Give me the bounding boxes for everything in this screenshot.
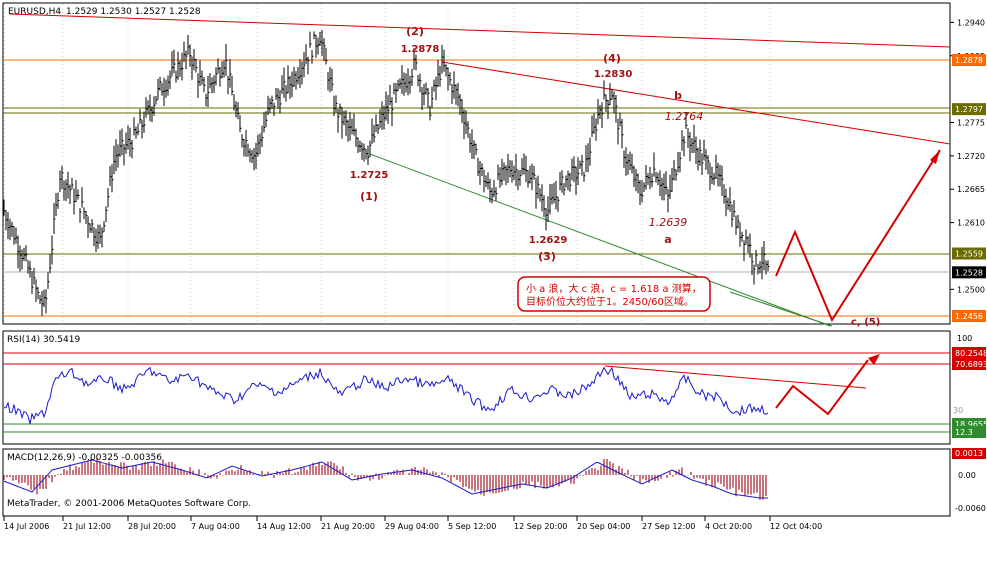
time-tick-label: 28 Jul 20:00 bbox=[128, 522, 176, 531]
price-axis: 1.29401.28851.27751.27201.26651.26101.25… bbox=[950, 18, 986, 322]
time-axis: 14 Jul 2006 21 Jul 12:00 28 Jul 20:00 7 Aug… bbox=[3, 516, 822, 531]
time-tick-label: 20 Sep 04:00 bbox=[577, 522, 630, 531]
macd-tick-label: 0.0013 bbox=[955, 449, 983, 458]
rsi-tick-label: 100 bbox=[957, 334, 972, 343]
time-tick-label: 7 Aug 04:00 bbox=[191, 522, 240, 531]
time-tick-label: 21 Aug 20:00 bbox=[321, 522, 375, 531]
metatrader-watermark: MetaTrader, © 2001-2006 MetaQuotes Softw… bbox=[7, 499, 251, 509]
price-tick-label: 1.2500 bbox=[957, 285, 985, 294]
wave-2-label: (2) bbox=[406, 25, 424, 38]
note-line-2: 目标价位大约位于1。2450/60区域。 bbox=[526, 295, 694, 308]
wave-b-price: 1.2764 bbox=[665, 110, 704, 123]
projection-note: 小 a 浪，大 c 浪，c = 1.618 a 测算， 目标价位大约位于1。24… bbox=[517, 276, 711, 312]
macd-tick-label: -0.0060 bbox=[955, 504, 986, 513]
time-tick-label: 5 Sep 12:00 bbox=[448, 522, 496, 531]
macd-axis: 0.0013 0.00 -0.0060 bbox=[952, 448, 986, 513]
wave-a-price: 1.2639 bbox=[649, 216, 688, 229]
level-price-tag-label: 1.2559 bbox=[955, 250, 983, 259]
main-chart-frame bbox=[2, 2, 951, 325]
wave-4-label: (4) bbox=[603, 52, 621, 65]
wave-1-price: 1.2725 bbox=[350, 170, 389, 181]
time-tick-label: 14 Aug 12:00 bbox=[257, 522, 311, 531]
rsi-frame bbox=[2, 330, 951, 445]
rsi-level-tag-label: 80.2548 bbox=[955, 349, 987, 358]
wave-4-price: 1.2830 bbox=[594, 69, 633, 80]
wave-1-label: (1) bbox=[360, 190, 378, 203]
level-price-tag-label: 1.2878 bbox=[955, 56, 983, 65]
time-tick-label: 27 Sep 12:00 bbox=[642, 522, 695, 531]
wave-2-price: 1.2878 bbox=[401, 44, 440, 55]
wave-b-label: b bbox=[674, 89, 682, 102]
rsi-level-tag-label: 70.6893 bbox=[955, 360, 987, 369]
macd-tick-label: 0.00 bbox=[958, 471, 976, 480]
symbol-title: EURUSD,H4 bbox=[8, 7, 61, 17]
wave-a-label: a bbox=[664, 233, 671, 246]
price-tick-label: 1.2940 bbox=[957, 18, 985, 27]
chart-canvas[interactable]: (2) 1.2878 (4) 1.2830 b 1.2764 1.2725 (1… bbox=[0, 0, 987, 560]
price-tick-label: 1.2720 bbox=[957, 152, 985, 161]
wave-3-price: 1.2629 bbox=[529, 235, 568, 246]
ohlc-readout: 1.2529 1.2530 1.2527 1.2528 bbox=[66, 7, 201, 17]
price-tick-label: 1.2665 bbox=[957, 185, 985, 194]
time-tick-label: 21 Jul 12:00 bbox=[63, 522, 111, 531]
time-tick-label: 12 Oct 04:00 bbox=[770, 522, 822, 531]
price-tick-label: 1.2610 bbox=[957, 219, 985, 228]
level-price-tag-label: 1.2528 bbox=[955, 268, 983, 277]
rsi-axis: 1003080.254870.689318.965512.3 bbox=[952, 334, 987, 438]
level-price-tag-label: 1.2797 bbox=[955, 105, 983, 114]
time-tick-label: 4 Oct 20:00 bbox=[705, 522, 752, 531]
time-tick-label: 29 Aug 04:00 bbox=[385, 522, 439, 531]
price-tick-label: 1.2775 bbox=[957, 118, 985, 127]
rsi-tick-label: 30 bbox=[953, 406, 963, 415]
rsi-label: RSI(14) 30.5419 bbox=[7, 335, 80, 345]
time-tick-label: 12 Sep 20:00 bbox=[514, 522, 567, 531]
metatrader-chart-window: (2) 1.2878 (4) 1.2830 b 1.2764 1.2725 (1… bbox=[0, 0, 987, 560]
time-tick-label: 14 Jul 2006 bbox=[4, 522, 49, 531]
note-line-1: 小 a 浪，大 c 浪，c = 1.618 a 测算， bbox=[526, 282, 702, 295]
level-price-tag-label: 1.2456 bbox=[955, 312, 983, 321]
rsi-level-tag-label: 12.3 bbox=[955, 428, 973, 437]
macd-label: MACD(12,26,9) -0.00325 -0.00356 bbox=[7, 453, 162, 463]
wave-3-label: (3) bbox=[538, 250, 556, 263]
wave-c5-label: c, (5) bbox=[851, 317, 880, 328]
